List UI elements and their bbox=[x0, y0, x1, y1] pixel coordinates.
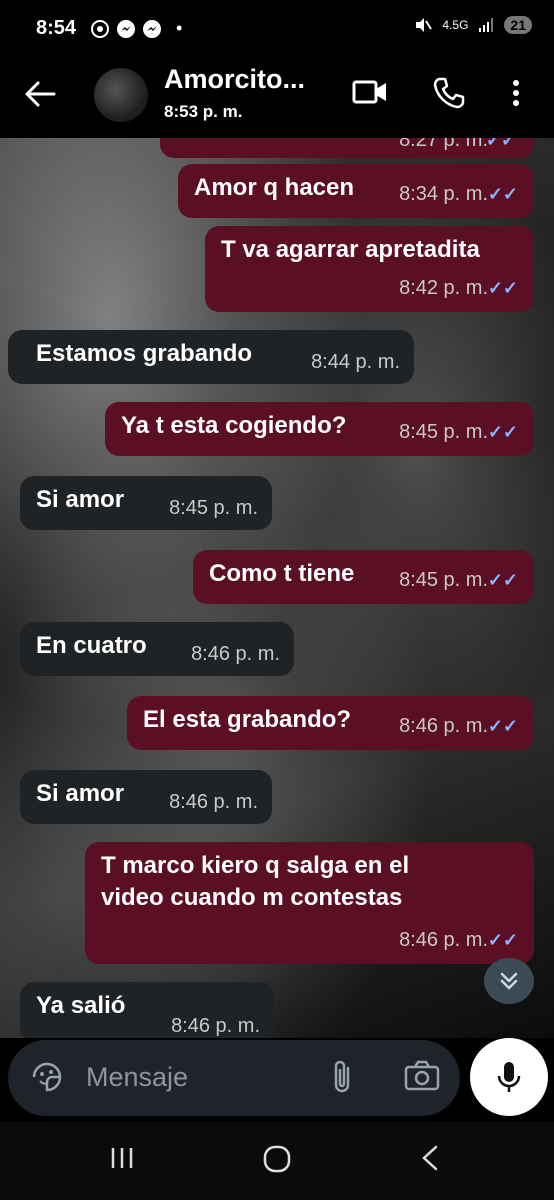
message-time: 8:45 p. m. bbox=[399, 421, 488, 443]
status-time: 8:54 bbox=[36, 17, 77, 39]
battery-badge: 21 bbox=[504, 16, 532, 34]
read-ticks-icon: ✓✓ bbox=[487, 278, 518, 298]
message-time: 8:46 p. m. bbox=[169, 791, 258, 813]
message-bubble-partial[interactable]: 8:27 p. m. ✓✓ bbox=[160, 138, 534, 158]
read-ticks-icon: ✓✓ bbox=[487, 716, 518, 736]
message-time: 8:46 p. m. bbox=[171, 1015, 260, 1037]
message-text: Amor q hacen bbox=[194, 174, 355, 201]
mute-icon bbox=[416, 18, 433, 32]
message-text: En cuatro bbox=[36, 632, 147, 659]
message-bubble-outgoing[interactable]: T va agarrar apretadita 8:42 p. m. ✓✓ bbox=[205, 226, 534, 312]
double-chevron-down-icon bbox=[500, 972, 518, 990]
read-ticks-icon: ✓✓ bbox=[487, 930, 518, 950]
notification-icons: • bbox=[90, 18, 182, 39]
message-time: 8:34 p. m. bbox=[399, 183, 488, 205]
message-bubble-outgoing[interactable]: Ya t esta cogiendo? 8:45 p. m. ✓✓ bbox=[105, 402, 534, 456]
message-time: 8:44 p. m. bbox=[311, 351, 400, 373]
message-bubble-incoming[interactable]: Si amor 8:46 p. m. bbox=[20, 770, 272, 824]
status-bar: 8:54 • 4.5G 21 bbox=[0, 0, 554, 58]
message-time: 8:46 p. m. bbox=[191, 643, 280, 665]
back-icon[interactable] bbox=[418, 1144, 442, 1172]
phone-call-icon[interactable] bbox=[432, 76, 466, 110]
message-time: 8:46 p. m. bbox=[399, 715, 488, 737]
read-ticks-icon: ✓✓ bbox=[487, 184, 518, 204]
message-composer[interactable]: Mensaje bbox=[8, 1040, 460, 1116]
signal-icon bbox=[479, 18, 494, 32]
message-time: 8:46 p. m. bbox=[399, 929, 488, 951]
message-text: Como t tiene bbox=[209, 560, 355, 587]
message-time: 8:45 p. m. bbox=[399, 569, 488, 591]
chat-area[interactable]: 8:27 p. m. ✓✓ Amor q hacen 8:34 p. m. ✓✓… bbox=[0, 138, 554, 1038]
message-bubble-incoming[interactable]: Estamos grabando 8:44 p. m. bbox=[8, 330, 414, 384]
messenger-icon-2 bbox=[143, 19, 161, 38]
whatsapp-icon bbox=[91, 19, 109, 38]
recent-apps-icon[interactable] bbox=[108, 1144, 136, 1172]
message-text: Estamos grabando bbox=[36, 340, 253, 367]
message-text: T marco kiero q salga en el video cuando… bbox=[101, 852, 410, 911]
more-options-icon[interactable] bbox=[510, 78, 522, 108]
contact-name[interactable]: Amorcito... bbox=[164, 64, 305, 95]
back-arrow-icon[interactable] bbox=[24, 80, 56, 108]
message-input[interactable]: Mensaje bbox=[86, 1062, 188, 1093]
message-text: T va agarrar apretadita bbox=[221, 236, 480, 263]
home-icon[interactable] bbox=[262, 1144, 292, 1174]
network-type: 4.5G bbox=[442, 18, 469, 32]
system-icons: 4.5G 21 bbox=[414, 16, 532, 34]
voice-message-button[interactable] bbox=[470, 1038, 548, 1116]
read-ticks-icon: ✓✓ bbox=[485, 138, 516, 150]
message-text: Ya t esta cogiendo? bbox=[121, 412, 347, 439]
system-nav-bar bbox=[0, 1122, 554, 1200]
chat-header: Amorcito... 8:53 p. m. bbox=[0, 58, 554, 138]
message-bubble-incoming[interactable]: En cuatro 8:46 p. m. bbox=[20, 622, 294, 676]
video-call-icon[interactable] bbox=[352, 78, 388, 106]
message-text: Ya salió bbox=[36, 992, 126, 1019]
camera-icon[interactable] bbox=[404, 1060, 440, 1092]
read-ticks-icon: ✓✓ bbox=[487, 422, 518, 442]
message-text: El esta grabando? bbox=[143, 706, 352, 733]
message-bubble-outgoing[interactable]: Amor q hacen 8:34 p. m. ✓✓ bbox=[178, 164, 534, 218]
message-time: 8:45 p. m. bbox=[169, 497, 258, 519]
scroll-to-bottom-button[interactable] bbox=[484, 958, 534, 1004]
message-text: Si amor bbox=[36, 780, 125, 807]
read-ticks-icon: ✓✓ bbox=[487, 570, 518, 590]
avatar[interactable] bbox=[94, 68, 148, 122]
attach-icon[interactable] bbox=[328, 1058, 356, 1096]
sticker-icon[interactable] bbox=[30, 1060, 64, 1094]
last-seen: 8:53 p. m. bbox=[164, 102, 243, 121]
message-bubble-outgoing[interactable]: El esta grabando? 8:46 p. m. ✓✓ bbox=[127, 696, 534, 750]
dot-icon: • bbox=[176, 18, 183, 38]
message-time: 8:27 p. m. bbox=[399, 138, 488, 151]
message-text: Si amor bbox=[36, 486, 125, 513]
microphone-icon bbox=[497, 1062, 521, 1092]
messenger-icon bbox=[117, 19, 135, 38]
message-time: 8:42 p. m. bbox=[399, 277, 488, 299]
message-bubble-incoming[interactable]: Si amor 8:45 p. m. bbox=[20, 476, 272, 530]
message-bubble-outgoing[interactable]: T marco kiero q salga en el video cuando… bbox=[85, 842, 534, 964]
message-bubble-outgoing[interactable]: Como t tiene 8:45 p. m. ✓✓ bbox=[193, 550, 534, 604]
message-bubble-incoming[interactable]: Ya salió 8:46 p. m. bbox=[20, 982, 274, 1038]
